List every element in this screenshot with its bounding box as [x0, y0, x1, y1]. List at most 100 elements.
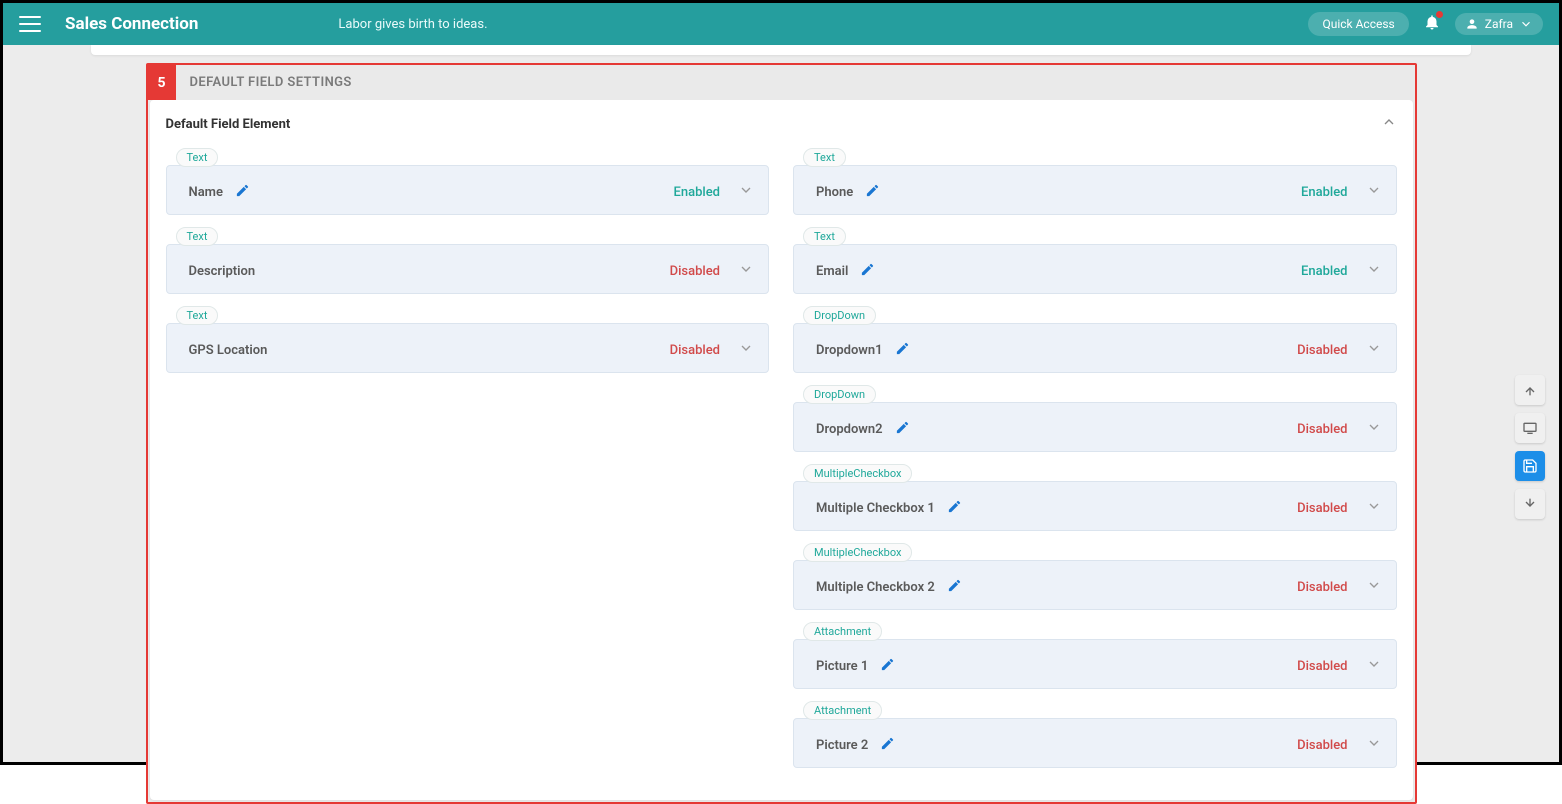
user-icon [1465, 17, 1479, 31]
expand-field-button[interactable] [1366, 419, 1382, 439]
previous-card-edge [91, 45, 1471, 55]
preview-button[interactable] [1515, 413, 1545, 443]
edit-icon[interactable] [865, 183, 880, 202]
expand-field-button[interactable] [1366, 261, 1382, 281]
quick-access-button[interactable]: Quick Access [1308, 12, 1408, 36]
field-panel: Default Field Element TextNameEnabledTex… [150, 100, 1413, 800]
field-row: Multiple Checkbox 1 Disabled [793, 481, 1397, 531]
field-item: DropDown Dropdown1 Disabled [793, 304, 1397, 373]
expand-field-button[interactable] [1366, 498, 1382, 518]
scroll-down-button[interactable] [1515, 489, 1545, 519]
field-row: GPS Location Disabled [166, 323, 770, 373]
field-item: Text Name Enabled [166, 146, 770, 215]
panel-title: Default Field Element [166, 117, 291, 132]
default-field-settings-card: 5 DEFAULT FIELD SETTINGS Default Field E… [146, 63, 1417, 804]
field-type-tag: Attachment [803, 622, 882, 641]
edit-icon[interactable] [860, 262, 875, 281]
field-item: Attachment Picture 1 Disabled [793, 620, 1397, 689]
expand-field-button[interactable] [1366, 656, 1382, 676]
edit-icon[interactable] [947, 499, 962, 518]
scroll-up-button[interactable] [1515, 375, 1545, 405]
expand-field-button[interactable] [1366, 577, 1382, 597]
field-name-label: Multiple Checkbox 2 [816, 580, 935, 595]
edit-icon[interactable] [947, 578, 962, 597]
field-status: Disabled [670, 264, 720, 279]
field-type-tag: Text [176, 148, 219, 167]
edit-icon[interactable] [895, 420, 910, 439]
field-type-tag: Text [176, 306, 219, 325]
field-name-label: Multiple Checkbox 1 [816, 501, 935, 516]
edit-icon[interactable] [880, 736, 895, 755]
field-name-label: Picture 2 [816, 738, 868, 753]
user-name: Zafra [1485, 17, 1513, 31]
field-type-tag: Text [803, 227, 846, 246]
field-item: Text Phone Enabled [793, 146, 1397, 215]
user-menu[interactable]: Zafra [1455, 13, 1543, 35]
field-status: Disabled [1297, 659, 1347, 674]
field-status: Disabled [1297, 738, 1347, 753]
side-action-rail [1515, 375, 1545, 519]
field-status: Disabled [1297, 501, 1347, 516]
field-type-tag: Text [803, 148, 846, 167]
edit-icon[interactable] [235, 183, 250, 202]
right-field-column: Text Phone Enabled Text Email Enabled DropDown… [793, 146, 1397, 778]
field-row: Name Enabled [166, 165, 770, 215]
field-item: DropDown Dropdown2 Disabled [793, 383, 1397, 452]
field-item: MultipleCheckbox Multiple Checkbox 1 Disab… [793, 462, 1397, 531]
field-type-tag: DropDown [803, 306, 876, 325]
card-header: 5 DEFAULT FIELD SETTINGS [148, 65, 1415, 100]
field-row: Multiple Checkbox 2 Disabled [793, 560, 1397, 610]
field-name-label: Phone [816, 185, 853, 200]
save-button[interactable] [1515, 451, 1545, 481]
field-status: Disabled [1297, 580, 1347, 595]
field-name-label: GPS Location [189, 343, 268, 358]
expand-field-button[interactable] [738, 340, 754, 360]
collapse-panel-button[interactable] [1381, 114, 1397, 134]
field-item: Text Email Enabled [793, 225, 1397, 294]
step-number-badge: 5 [148, 65, 176, 100]
field-row: Dropdown1 Disabled [793, 323, 1397, 373]
tagline-text: Labor gives birth to ideas. [338, 17, 487, 32]
field-name-label: Dropdown2 [816, 422, 883, 437]
expand-field-button[interactable] [1366, 735, 1382, 755]
notification-dot [1436, 11, 1443, 18]
top-navigation: Sales Connection Labor gives birth to id… [3, 3, 1559, 45]
field-row: Dropdown2 Disabled [793, 402, 1397, 452]
menu-icon[interactable] [19, 16, 41, 32]
field-row: Picture 2 Disabled [793, 718, 1397, 768]
field-name-label: Picture 1 [816, 659, 868, 674]
page-background: 5 DEFAULT FIELD SETTINGS Default Field E… [3, 45, 1559, 762]
field-status: Disabled [1297, 343, 1347, 358]
field-name-label: Name [189, 185, 223, 200]
expand-field-button[interactable] [1366, 182, 1382, 202]
field-row: Phone Enabled [793, 165, 1397, 215]
field-row: Picture 1 Disabled [793, 639, 1397, 689]
field-type-tag: MultipleCheckbox [803, 464, 912, 483]
edit-icon[interactable] [880, 657, 895, 676]
field-row: Email Enabled [793, 244, 1397, 294]
field-item: MultipleCheckbox Multiple Checkbox 2 Disab… [793, 541, 1397, 610]
field-item: Attachment Picture 2 Disabled [793, 699, 1397, 768]
notification-bell-icon[interactable] [1423, 13, 1441, 35]
field-status: Enabled [1301, 264, 1348, 279]
expand-field-button[interactable] [738, 261, 754, 281]
left-field-column: TextNameEnabledTextDescriptionDisabledTe… [166, 146, 770, 778]
expand-field-button[interactable] [1366, 340, 1382, 360]
edit-icon[interactable] [895, 341, 910, 360]
field-type-tag: Text [176, 227, 219, 246]
section-title: DEFAULT FIELD SETTINGS [176, 65, 366, 100]
field-type-tag: Attachment [803, 701, 882, 720]
expand-field-button[interactable] [738, 182, 754, 202]
field-status: Enabled [1301, 185, 1348, 200]
field-item: Text GPS Location Disabled [166, 304, 770, 373]
field-status: Enabled [674, 185, 721, 200]
field-row: DescriptionDisabled [166, 244, 770, 294]
field-name-label: Email [816, 264, 848, 279]
chevron-down-icon [1519, 17, 1533, 31]
field-type-tag: MultipleCheckbox [803, 543, 912, 562]
field-status: Disabled [670, 343, 720, 358]
field-status: Disabled [1297, 422, 1347, 437]
field-type-tag: DropDown [803, 385, 876, 404]
field-name-label: Dropdown1 [816, 343, 883, 358]
field-item: TextDescriptionDisabled [166, 225, 770, 294]
